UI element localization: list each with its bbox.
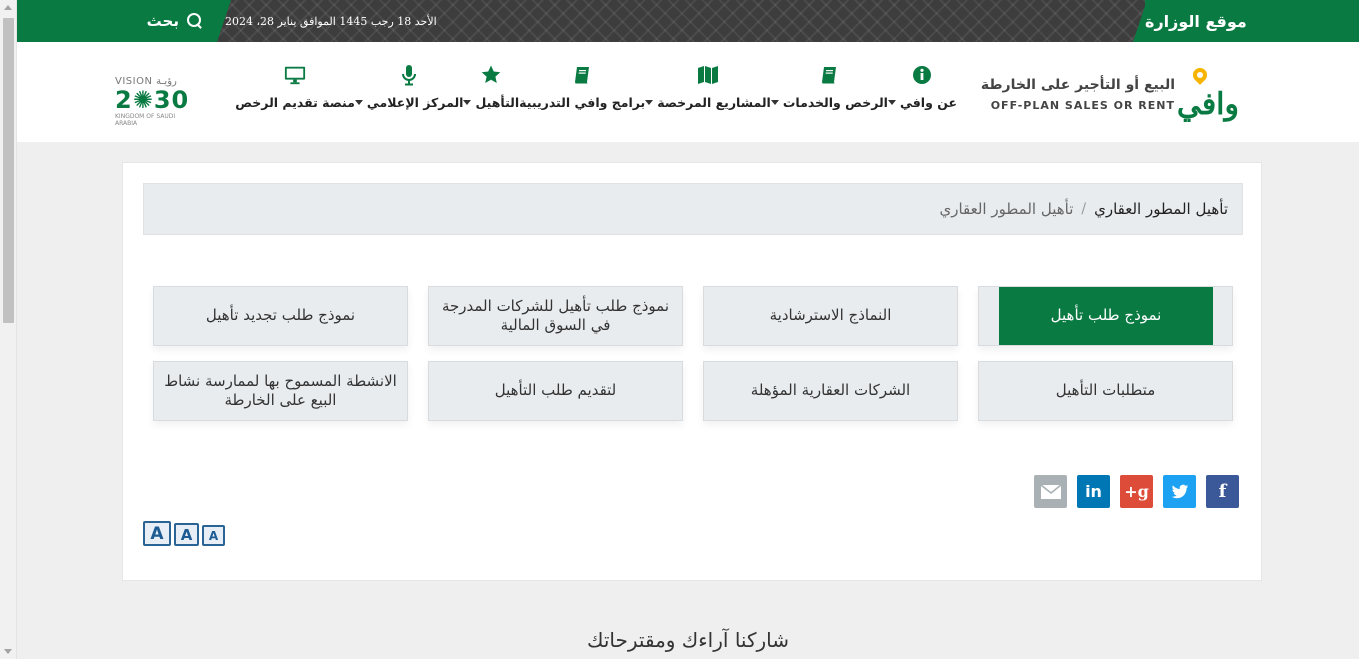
- facebook-icon: f: [1218, 481, 1227, 502]
- nav-item-projects[interactable]: المشاريع المرخصة: [645, 64, 771, 124]
- caret-down-icon: [645, 100, 654, 105]
- logo-mark: وافي: [1177, 65, 1239, 122]
- nav-item-media[interactable]: المركز الإعلامي: [354, 64, 464, 124]
- caret-down-icon: [354, 100, 363, 105]
- font-size-controls: A A A: [143, 521, 225, 546]
- nav-label-projects: المشاريع المرخصة: [657, 95, 771, 110]
- nav-label-qualification: التأهيل: [475, 95, 520, 110]
- font-decrease-button[interactable]: A: [202, 525, 225, 546]
- linkedin-icon: in: [1085, 482, 1102, 501]
- scroll-up-arrow-icon[interactable]: [4, 5, 12, 10]
- nav-item-licenses[interactable]: الرخص والخدمات: [770, 64, 888, 124]
- twitter-icon: [1171, 484, 1188, 498]
- nav-label-license-platform: منصة تقديم الرخص: [235, 95, 355, 110]
- main-nav: عن وافي الرخص والخدمات المشاريع المرخصة …: [235, 64, 957, 124]
- book-icon: [571, 64, 593, 86]
- tile-requirements[interactable]: متطلبات التأهيل: [978, 361, 1233, 421]
- scroll-down-arrow-icon[interactable]: [4, 649, 12, 654]
- nav-label-media: المركز الإعلامي: [366, 95, 464, 110]
- share-buttons: f g+ in: [1034, 475, 1239, 508]
- nav-label-licenses: الرخص والخدمات: [782, 95, 888, 110]
- vision-year-b: 30: [153, 86, 190, 114]
- qualification-tiles: نموذج طلب تأهيل النماذج الاسترشادية نموذ…: [153, 286, 1233, 421]
- ministry-site-link[interactable]: موقع الوزارة: [1145, 0, 1359, 42]
- facebook-share-button[interactable]: f: [1206, 475, 1239, 508]
- font-small-label: A: [208, 528, 219, 543]
- star-icon: [480, 64, 502, 86]
- logo-arabic-tagline: البيع أو التأجير على الخارطة: [980, 76, 1175, 93]
- page: بحث الأحد 18 رجب 1445 الموافق يناير 28، …: [17, 0, 1359, 659]
- vision-year: 2✺30: [115, 88, 199, 112]
- tile-listed-companies-form[interactable]: نموذج طلب تأهيل للشركات المدرجة في السوق…: [428, 286, 683, 346]
- current-date: الأحد 18 رجب 1445 الموافق يناير 28، 2024: [225, 14, 437, 28]
- site-header: البيع أو التأجير على الخارطة OFF-PLAN SA…: [17, 42, 1359, 142]
- email-icon: [1040, 483, 1061, 499]
- location-pin-icon: [1190, 65, 1210, 85]
- info-icon: [911, 64, 933, 86]
- breadcrumb: تأهيل المطور العقاري / تأهيل المطور العق…: [143, 183, 1243, 235]
- wafi-logo[interactable]: البيع أو التأجير على الخارطة OFF-PLAN SA…: [981, 65, 1239, 122]
- twitter-share-button[interactable]: [1163, 475, 1196, 508]
- nav-item-training[interactable]: برامج وافي التدريبية: [519, 64, 645, 124]
- font-large-label: A: [150, 523, 164, 544]
- linkedin-share-button[interactable]: in: [1077, 475, 1110, 508]
- nav-item-about[interactable]: عن وافي: [887, 64, 957, 124]
- nav-item-license-platform[interactable]: منصة تقديم الرخص: [235, 64, 355, 124]
- search-label: بحث: [146, 12, 179, 30]
- nav-label-about: عن وافي: [899, 95, 957, 110]
- logo-text: البيع أو التأجير على الخارطة OFF-PLAN SA…: [981, 77, 1175, 112]
- tile-submit-request[interactable]: لتقديم طلب التأهيل: [428, 361, 683, 421]
- logo-english-tagline: OFF-PLAN SALES OR RENT: [990, 98, 1175, 112]
- vision-emblem-icon: ✺: [132, 86, 154, 114]
- scroll-thumb[interactable]: [3, 18, 14, 323]
- breadcrumb-root[interactable]: تأهيل المطور العقاري: [1094, 200, 1228, 218]
- feedback-title: شاركنا آراءك ومقترحاتك: [587, 628, 789, 652]
- font-increase-button[interactable]: A: [143, 521, 171, 546]
- google-plus-icon: g+: [1124, 482, 1149, 501]
- google-plus-share-button[interactable]: g+: [1120, 475, 1153, 508]
- tile-qualification-request-form[interactable]: نموذج طلب تأهيل: [978, 286, 1233, 346]
- tile-permitted-activities[interactable]: الانشطة المسموح بها لممارسة نشاط البيع ع…: [153, 361, 408, 421]
- vision-2030-logo: VISION رؤيـة 2✺30 KINGDOM OF SAUDI ARABI…: [115, 76, 199, 132]
- tile-label: نموذج طلب تأهيل: [999, 287, 1213, 345]
- logo-wordmark: وافي: [1176, 87, 1239, 122]
- font-reset-button[interactable]: A: [174, 523, 199, 546]
- vision-kingdom-label: KINGDOM OF SAUDI ARABIA: [115, 113, 176, 127]
- tile-renewal-form[interactable]: نموذج طلب تجديد تأهيل: [153, 286, 408, 346]
- breadcrumb-current: تأهيل المطور العقاري: [939, 200, 1074, 218]
- font-medium-label: A: [180, 525, 193, 544]
- caret-down-icon: [463, 100, 472, 105]
- caret-down-icon: [887, 100, 896, 105]
- microphone-icon: [398, 64, 420, 86]
- vision-year-a: 2: [115, 86, 133, 114]
- nav-item-qualification[interactable]: التأهيل: [463, 64, 519, 124]
- vertical-scrollbar[interactable]: [0, 0, 17, 659]
- book-icon: [818, 64, 840, 86]
- search-icon: [187, 13, 203, 29]
- nav-label-training: برامج وافي التدريبية: [519, 95, 646, 110]
- content-card: تأهيل المطور العقاري / تأهيل المطور العق…: [122, 162, 1262, 581]
- monitor-icon: [284, 64, 306, 86]
- breadcrumb-separator: /: [1081, 201, 1087, 217]
- search-button[interactable]: بحث: [17, 0, 231, 42]
- email-share-button[interactable]: [1034, 475, 1067, 508]
- top-bar: بحث الأحد 18 رجب 1445 الموافق يناير 28، …: [17, 0, 1359, 42]
- tile-guidance-templates[interactable]: النماذج الاسترشادية: [703, 286, 958, 346]
- caret-down-icon: [770, 100, 779, 105]
- tile-qualified-companies[interactable]: الشركات العقارية المؤهلة: [703, 361, 958, 421]
- map-icon: [697, 64, 719, 86]
